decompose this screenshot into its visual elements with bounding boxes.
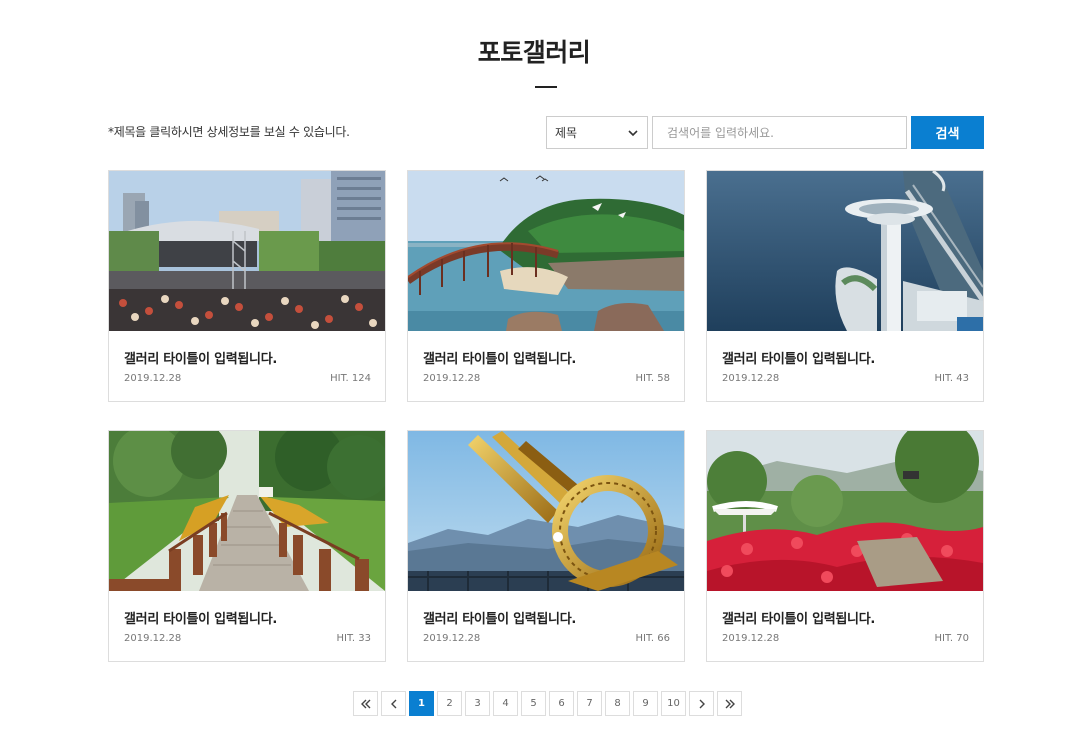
- last-page-button[interactable]: [717, 691, 742, 716]
- prev-page-button[interactable]: [381, 691, 406, 716]
- search-field-select[interactable]: 제목: [546, 116, 648, 149]
- card-hits: HIT. 33: [336, 633, 371, 644]
- card-date: 2019.12.28: [124, 633, 182, 644]
- gallery-card[interactable]: 갤러리 타이틀이 입력됩니다. 2019.12.28 HIT. 33: [108, 430, 386, 662]
- page-button-6[interactable]: 6: [549, 691, 574, 716]
- card-title[interactable]: 갤러리 타이틀이 입력됩니다.: [124, 348, 277, 367]
- page-button-3[interactable]: 3: [465, 691, 490, 716]
- card-title[interactable]: 갤러리 타이틀이 입력됩니다.: [124, 608, 277, 627]
- gallery-card[interactable]: 갤러리 타이틀이 입력됩니다. 2019.12.28 HIT. 70: [706, 430, 984, 662]
- observation-tower-photo[interactable]: [707, 171, 983, 331]
- card-title[interactable]: 갤러리 타이틀이 입력됩니다.: [722, 608, 875, 627]
- card-date: 2019.12.28: [124, 373, 182, 384]
- ring-sculpture-photo[interactable]: [408, 431, 684, 591]
- chevron-right-icon: [699, 699, 705, 708]
- card-hits: HIT. 43: [934, 373, 969, 384]
- card-date: 2019.12.28: [423, 633, 481, 644]
- page-button-9[interactable]: 9: [633, 691, 658, 716]
- island-bridge-photo[interactable]: [408, 171, 684, 331]
- festival-stage-photo[interactable]: [109, 171, 385, 331]
- search-input-placeholder: 검색어를 입력하세요.: [667, 126, 774, 140]
- card-hits: HIT. 124: [330, 373, 371, 384]
- card-title[interactable]: 갤러리 타이틀이 입력됩니다.: [722, 348, 875, 367]
- card-hits: HIT. 70: [934, 633, 969, 644]
- page-title: 포토갤러리: [477, 38, 591, 67]
- gallery-card[interactable]: 갤러리 타이틀이 입력됩니다. 2019.12.28 HIT. 43: [706, 170, 984, 402]
- gallery-card[interactable]: 갤러리 타이틀이 입력됩니다. 2019.12.28 HIT. 66: [407, 430, 685, 662]
- notice-text: *제목을 클릭하시면 상세정보를 보실 수 있습니다.: [108, 125, 350, 139]
- wooden-boardwalk-photo[interactable]: [109, 431, 385, 591]
- card-date: 2019.12.28: [722, 373, 780, 384]
- page-button-5[interactable]: 5: [521, 691, 546, 716]
- first-page-button[interactable]: [353, 691, 378, 716]
- azalea-park-photo[interactable]: [707, 431, 983, 591]
- card-date: 2019.12.28: [722, 633, 780, 644]
- double-chevron-left-icon: [360, 699, 370, 708]
- page-button-1[interactable]: 1: [409, 691, 434, 716]
- gallery-card[interactable]: 갤러리 타이틀이 입력됩니다. 2019.12.28 HIT. 58: [407, 170, 685, 402]
- card-title[interactable]: 갤러리 타이틀이 입력됩니다.: [423, 608, 576, 627]
- card-hits: HIT. 58: [635, 373, 670, 384]
- chevron-left-icon: [390, 699, 396, 708]
- double-chevron-right-icon: [725, 699, 735, 708]
- page-button-4[interactable]: 4: [493, 691, 518, 716]
- page-button-2[interactable]: 2: [437, 691, 462, 716]
- next-page-button[interactable]: [689, 691, 714, 716]
- search-button[interactable]: 검색: [911, 116, 984, 149]
- search-input[interactable]: 검색어를 입력하세요.: [652, 116, 907, 149]
- page-button-7[interactable]: 7: [577, 691, 602, 716]
- page-button-8[interactable]: 8: [605, 691, 630, 716]
- search-field-select-value: 제목: [555, 126, 578, 140]
- chevron-down-icon: [628, 129, 638, 136]
- gallery-card[interactable]: 갤러리 타이틀이 입력됩니다. 2019.12.28 HIT. 124: [108, 170, 386, 402]
- page-button-10[interactable]: 10: [661, 691, 686, 716]
- card-title[interactable]: 갤러리 타이틀이 입력됩니다.: [423, 348, 576, 367]
- title-underline: [535, 86, 557, 88]
- card-date: 2019.12.28: [423, 373, 481, 384]
- card-hits: HIT. 66: [635, 633, 670, 644]
- pagination: 1 2 3 4 5 6 7 8 9 10: [353, 691, 742, 716]
